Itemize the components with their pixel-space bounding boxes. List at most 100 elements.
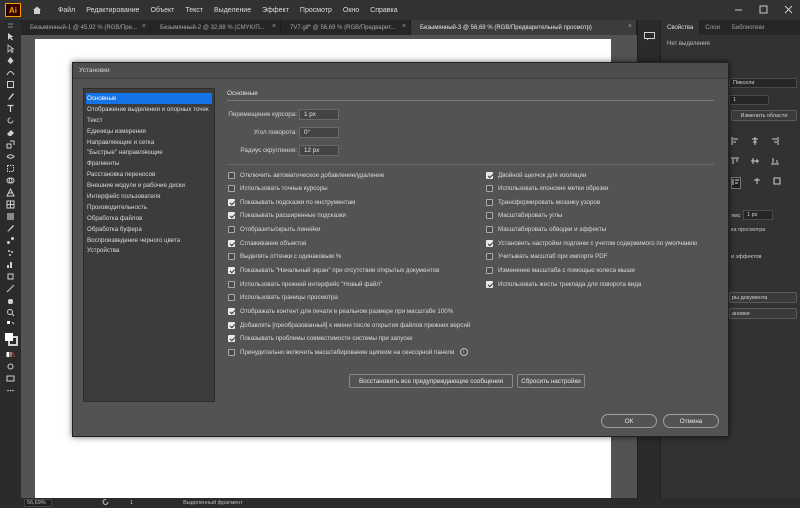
- menu-window[interactable]: Окно: [343, 7, 359, 14]
- keyboard-increment-input[interactable]: 1 px: [299, 109, 339, 120]
- right-option-5[interactable]: Масштабировать обводки и эффекты: [486, 225, 606, 235]
- tab-libraries[interactable]: Библиотеки: [726, 20, 771, 35]
- slice-tool-icon[interactable]: [0, 282, 21, 294]
- shape-builder-tool-icon[interactable]: [0, 174, 21, 186]
- checkbox[interactable]: [228, 171, 235, 179]
- left-option-5[interactable]: Отобразить/скрыть линейки: [228, 225, 320, 235]
- rectangle-tool-icon[interactable]: [0, 78, 21, 90]
- checkbox[interactable]: [486, 253, 493, 261]
- screen-mode-icon[interactable]: [0, 372, 21, 384]
- distribute-top-icon[interactable]: [731, 157, 739, 167]
- checkbox[interactable]: [228, 226, 235, 234]
- checkbox[interactable]: [228, 185, 235, 193]
- checkbox[interactable]: [228, 321, 235, 329]
- brush-tool-icon[interactable]: [0, 90, 21, 102]
- category-guides-grid[interactable]: Направляющие и сетка: [84, 137, 214, 148]
- units-select[interactable]: Пиксели: [729, 78, 797, 88]
- right-option-2[interactable]: Использовать японские метки обрезки: [486, 184, 608, 194]
- left-option-12[interactable]: Добавлять [преобразованный] к имени посл…: [228, 320, 470, 330]
- document-tab-3[interactable]: 7V7.gif* @ 56,69 % (RGB/Предварит... ×: [281, 20, 411, 35]
- menu-view[interactable]: Просмотр: [300, 7, 332, 14]
- width-tool-icon[interactable]: [0, 150, 21, 162]
- gradient-tool-icon[interactable]: [0, 210, 21, 222]
- close-tab-icon[interactable]: ×: [402, 23, 406, 30]
- checkbox[interactable]: [228, 239, 235, 247]
- checkbox[interactable]: [228, 348, 235, 356]
- perspective-grid-tool-icon[interactable]: [0, 186, 21, 198]
- category-hyphenation[interactable]: Расстановка переносов: [84, 169, 214, 180]
- document-tab-2[interactable]: Безымянный-2 @ 32,88 % (CMYK/П... ×: [151, 20, 281, 35]
- checkbox[interactable]: [486, 239, 493, 247]
- checkbox[interactable]: [228, 308, 235, 315]
- scale-tool-icon[interactable]: [0, 138, 21, 150]
- graph-tool-icon[interactable]: [0, 258, 21, 270]
- menu-select[interactable]: Выделение: [214, 7, 251, 14]
- checkbox[interactable]: [228, 294, 235, 302]
- category-clipboard-handling[interactable]: Обработка буфера: [84, 224, 214, 235]
- menu-effect[interactable]: Эффект: [262, 7, 289, 14]
- distribute-middle-icon[interactable]: [751, 157, 759, 167]
- close-tab-icon[interactable]: ×: [272, 23, 276, 30]
- menu-type[interactable]: Текст: [185, 7, 203, 14]
- direct-selection-tool-icon[interactable]: [0, 42, 21, 54]
- checkbox[interactable]: [486, 267, 493, 275]
- type-tool-icon[interactable]: [0, 102, 21, 114]
- close-tab-icon[interactable]: ×: [142, 23, 146, 30]
- cancel-button[interactable]: Отмена: [663, 414, 719, 428]
- mesh-tool-icon[interactable]: [0, 198, 21, 210]
- category-user-interface[interactable]: Интерфейс пользователя: [84, 191, 214, 202]
- left-option-2[interactable]: Использовать точные курсоры: [228, 184, 328, 194]
- close-tab-icon[interactable]: ×: [628, 23, 632, 30]
- toolbar-collapse-icon[interactable]: [0, 20, 21, 30]
- checkbox[interactable]: [486, 171, 493, 179]
- hand-tool-icon[interactable]: [0, 294, 21, 306]
- preferences-button[interactable]: ановки: [729, 308, 797, 319]
- symbol-sprayer-tool-icon[interactable]: [0, 246, 21, 258]
- document-tab-4[interactable]: Безымянный-3 @ 56,69 % (RGB/Предваритель…: [411, 20, 637, 35]
- right-option-7[interactable]: Учитывать масштаб при импорте PDF: [486, 252, 608, 262]
- artboard-tool-icon[interactable]: [0, 270, 21, 282]
- eraser-tool-icon[interactable]: [0, 126, 21, 138]
- document-tab-1[interactable]: Безымянный-1 @ 45,92 % (RGB/Пре... ×: [21, 20, 151, 35]
- checkbox[interactable]: [486, 212, 493, 220]
- free-transform-tool-icon[interactable]: [0, 162, 21, 174]
- checkbox[interactable]: [228, 267, 235, 275]
- checkbox[interactable]: [228, 253, 235, 261]
- left-option-6[interactable]: Сглаживание объектов: [228, 238, 306, 248]
- rotate-tool-icon[interactable]: [0, 114, 21, 126]
- left-option-9[interactable]: Использовать прежний интерфейс "Новый фа…: [228, 279, 382, 289]
- corner-radius-input[interactable]: 12 px: [299, 145, 339, 156]
- rotate-view-icon[interactable]: [102, 498, 110, 508]
- menu-file[interactable]: Файл: [58, 7, 75, 14]
- left-option-11[interactable]: Отображать контент для печати в реальном…: [228, 307, 453, 317]
- minimize-icon[interactable]: [733, 4, 744, 15]
- menu-help[interactable]: Справка: [370, 7, 397, 14]
- ok-button[interactable]: ОК: [601, 414, 657, 428]
- right-option-9[interactable]: Использовать жесты трекпада для поворота…: [486, 279, 641, 289]
- color-mode-icon[interactable]: [0, 348, 21, 360]
- category-performance[interactable]: Производительность: [84, 202, 214, 213]
- align-right-icon[interactable]: [771, 137, 779, 147]
- left-option-13[interactable]: Показывать проблемы совместимости систем…: [228, 334, 413, 344]
- left-option-7[interactable]: Выделять оттенки с одинаковым %: [228, 252, 341, 262]
- blend-tool-icon[interactable]: [0, 234, 21, 246]
- tab-layers[interactable]: Слои: [699, 20, 726, 35]
- checkbox[interactable]: [486, 280, 493, 288]
- checkbox[interactable]: [486, 226, 493, 234]
- selection-tool-icon[interactable]: [0, 30, 21, 42]
- checkbox[interactable]: [486, 198, 493, 206]
- left-option-4[interactable]: Показывать расширенные подсказки: [228, 211, 346, 221]
- swap-colors-icon[interactable]: [0, 318, 21, 330]
- category-general[interactable]: Основные: [86, 93, 212, 104]
- maximize-icon[interactable]: [758, 4, 769, 15]
- draw-mode-icon[interactable]: [0, 360, 21, 372]
- category-slices[interactable]: Фрагменты: [84, 158, 214, 169]
- checkbox[interactable]: [228, 198, 235, 206]
- category-black-appearance[interactable]: Воспроизведение черного цвета: [84, 235, 214, 246]
- right-option-4[interactable]: Масштабировать углы: [486, 211, 562, 221]
- close-window-icon[interactable]: [783, 4, 794, 15]
- checkbox[interactable]: [228, 335, 235, 343]
- right-option-3[interactable]: Трансформировать мозаику узоров: [486, 197, 600, 207]
- left-option-8[interactable]: Показывать "Начальный экран" при отсутст…: [228, 266, 439, 276]
- left-option-1[interactable]: Отключить автоматическое добавление/удал…: [228, 170, 384, 180]
